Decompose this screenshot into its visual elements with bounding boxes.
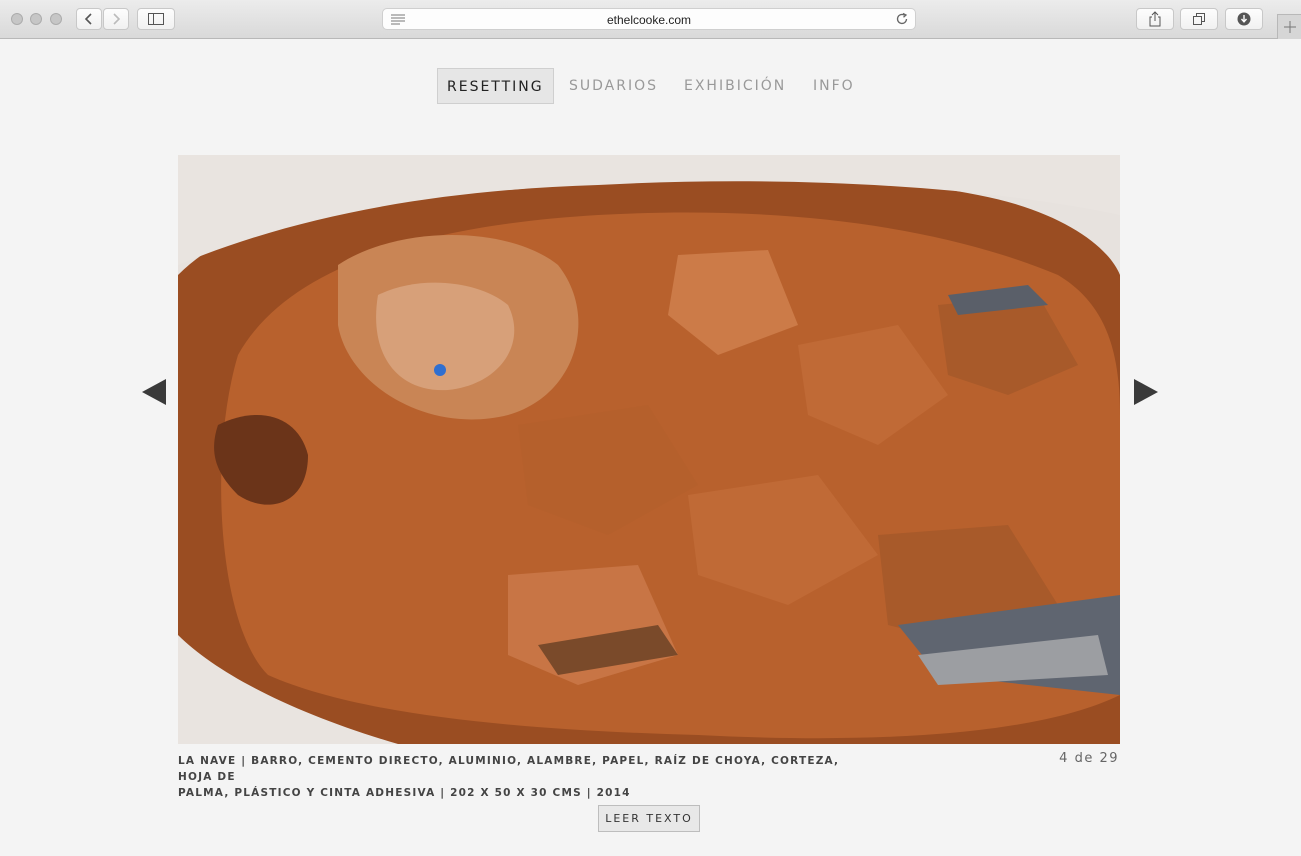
address-bar[interactable]: ethelcooke.com — [382, 8, 916, 30]
minimize-window-button[interactable] — [30, 13, 42, 25]
downloads-button[interactable] — [1225, 8, 1263, 30]
back-button[interactable] — [76, 8, 102, 30]
forward-button[interactable] — [103, 8, 129, 30]
chevron-right-icon — [113, 13, 121, 25]
url-text: ethelcooke.com — [606, 13, 692, 27]
chevron-left-icon — [84, 13, 92, 25]
close-window-button[interactable] — [11, 13, 23, 25]
zoom-window-button[interactable] — [50, 13, 62, 25]
plus-icon — [1283, 21, 1296, 33]
tabs-overview-button[interactable] — [1180, 8, 1218, 30]
tabs-icon — [1193, 13, 1205, 25]
download-icon — [1237, 12, 1251, 26]
browser-toolbar: ethelcooke.com — [0, 0, 1301, 39]
next-image-arrow[interactable] — [1134, 379, 1158, 405]
sidebar-button[interactable] — [137, 8, 175, 30]
caption-line-2: PALMA, PLÁSTICO Y CINTA ADHESIVA | 202 X… — [178, 787, 631, 799]
share-button[interactable] — [1136, 8, 1174, 30]
reload-icon[interactable] — [895, 12, 909, 26]
nav-item-info[interactable]: INFO — [804, 68, 864, 104]
artwork-image — [178, 155, 1120, 744]
share-icon — [1149, 11, 1161, 27]
sidebar-icon — [148, 13, 164, 25]
previous-image-arrow[interactable] — [142, 379, 166, 405]
nav-item-exhibicion[interactable]: EXHIBICIÓN — [675, 68, 795, 104]
image-counter: 4 de 29 — [1059, 751, 1119, 766]
site-nav: RESETTING SUDARIOS EXHIBICIÓN INFO — [0, 68, 1301, 104]
artwork-clay-picture — [178, 155, 1120, 744]
new-tab-button[interactable] — [1277, 14, 1301, 39]
read-text-button[interactable]: LEER TEXTO — [598, 805, 700, 832]
artwork-caption: LA NAVE | BARRO, CEMENTO DIRECTO, ALUMIN… — [178, 753, 878, 801]
nav-item-resetting[interactable]: RESETTING — [437, 68, 554, 104]
nav-item-sudarios[interactable]: SUDARIOS — [560, 68, 667, 104]
caption-line-1: LA NAVE | BARRO, CEMENTO DIRECTO, ALUMIN… — [178, 755, 840, 783]
